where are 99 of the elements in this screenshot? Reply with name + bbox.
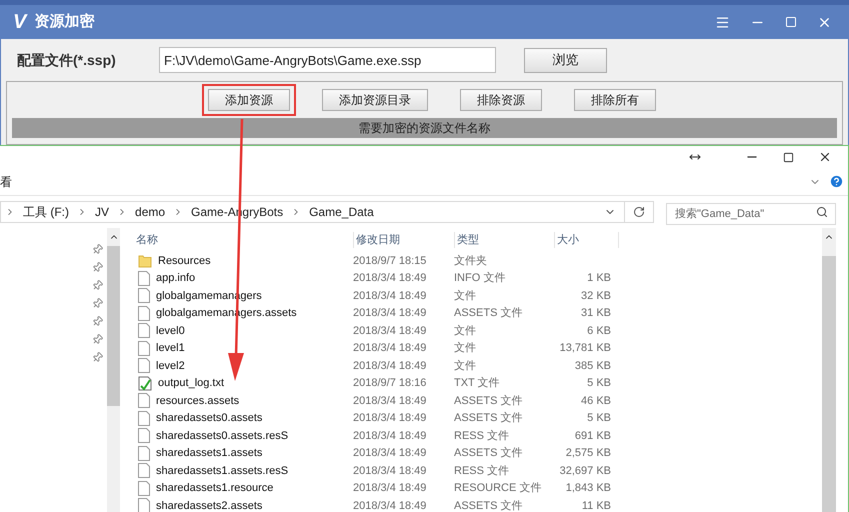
type-cell-text: RESOURCE 文件 — [454, 480, 542, 496]
date-cell-text: 2018/3/4 18:49 — [353, 411, 428, 426]
file-name[interactable]: resources.assets — [156, 392, 240, 409]
file-name[interactable]: sharedassets2.assets — [156, 498, 262, 512]
type-cell-text: 文件 — [454, 358, 477, 374]
size-cell-text: 1 KB — [586, 271, 611, 286]
file-name[interactable]: output_log.txt — [158, 375, 224, 392]
type-cell-text: 文件夹 — [454, 254, 488, 268]
file-name[interactable]: level1 — [156, 340, 185, 356]
file-icon — [138, 428, 150, 444]
file-name[interactable]: sharedassets1.assets.resS — [156, 462, 288, 479]
type-cell-text: INFO 文件 — [454, 270, 506, 286]
date-cell-text: 2018/3/4 18:49 — [353, 428, 428, 444]
file-icon — [138, 340, 150, 356]
breadcrumb-item[interactable]: JV — [95, 203, 110, 221]
type-cell-text: ASSETS 文件 — [454, 410, 524, 426]
type-cell-text: 文件 — [454, 288, 477, 304]
maximize-icon[interactable] — [783, 152, 794, 162]
folder-icon — [138, 254, 152, 268]
help-icon[interactable] — [829, 174, 844, 189]
type-cell-text: ASSETS 文件 — [454, 306, 524, 321]
file-name[interactable]: sharedassets0.assets.resS — [156, 428, 288, 444]
date-cell-text: 2018/9/7 18:16 — [353, 376, 428, 391]
scrollbar[interactable] — [107, 228, 120, 512]
search-icon — [816, 206, 828, 218]
date-cell-text: 2018/3/4 18:49 — [353, 324, 428, 338]
column-header[interactable]: 修改日期 — [353, 232, 454, 248]
file-icon — [138, 480, 150, 496]
menu-icon[interactable] — [715, 14, 730, 30]
app-logo: V — [13, 10, 26, 35]
file-icon — [138, 270, 150, 286]
size-cell-text: 2,575 KB — [564, 446, 611, 461]
type-cell-text: ASSETS 文件 — [454, 394, 524, 408]
file-name[interactable]: level2 — [156, 358, 185, 374]
size-cell-text: 32,697 KB — [558, 464, 611, 478]
size-cell-text: 5 KB — [586, 411, 611, 426]
file-name[interactable]: sharedassets0.assets — [156, 410, 262, 426]
date-cell-text: 2018/3/4 18:49 — [353, 358, 428, 374]
type-cell-text: 文件 — [454, 324, 477, 338]
file-icon — [138, 393, 150, 408]
list-header: 需要加密的资源文件名称 — [12, 118, 837, 138]
size-cell-text: 1,843 KB — [564, 481, 611, 496]
close-icon[interactable] — [818, 150, 832, 164]
file-name[interactable]: level0 — [156, 322, 185, 339]
date-cell-text: 2018/9/7 18:15 — [353, 254, 428, 268]
type-cell-text: RESS 文件 — [454, 464, 510, 478]
date-cell-text: 2018/3/4 18:49 — [353, 341, 428, 356]
file-icon — [138, 323, 150, 338]
date-cell-text: 2018/3/4 18:49 — [353, 288, 428, 304]
type-cell-text: ASSETS 文件 — [454, 446, 524, 461]
size-cell-text: 5 KB — [586, 376, 611, 391]
file-icon — [138, 288, 150, 304]
column-header[interactable]: 大小 — [554, 232, 619, 248]
file-name[interactable]: sharedassets1.assets — [156, 445, 262, 462]
breadcrumb-item[interactable]: Game_Data — [309, 203, 374, 221]
file-icon — [138, 463, 150, 478]
file-name[interactable]: app.info — [156, 270, 196, 286]
search-field[interactable]: 搜索"Game_Data" — [666, 203, 836, 225]
column-header[interactable]: 类型 — [454, 232, 554, 248]
date-cell-text: 2018/3/4 18:49 — [353, 498, 428, 512]
size-cell-text: 31 KB — [580, 306, 611, 321]
size-cell-text: 32 KB — [580, 288, 611, 304]
date-cell-text: 2018/3/4 18:49 — [353, 306, 428, 321]
date-cell-text: 2018/3/4 18:49 — [353, 481, 428, 496]
date-cell-text: 2018/3/4 18:49 — [353, 464, 428, 478]
date-cell-text: 2018/3/4 18:49 — [353, 446, 428, 461]
file-icon — [138, 358, 150, 374]
size-cell-text: 11 KB — [580, 498, 611, 512]
config-path-field[interactable]: F:\JV\demo\Game-AngryBots\Game.exe.ssp — [159, 47, 496, 73]
toolbar-button[interactable]: 添加资源目录 — [322, 89, 428, 111]
size-cell-text: 6 KB — [586, 324, 611, 338]
type-cell-text: RESS 文件 — [454, 428, 510, 444]
size-cell-text: 46 KB — [580, 394, 611, 408]
breadcrumb-item[interactable]: demo — [135, 203, 166, 221]
scroll-thumb[interactable] — [107, 246, 120, 406]
refresh-icon[interactable] — [633, 206, 645, 218]
window-title: 资源加密 — [34, 12, 94, 32]
config-label: 配置文件(*.ssp) — [17, 50, 117, 70]
file-icon — [138, 446, 150, 461]
file-name[interactable]: sharedassets1.resource — [156, 480, 274, 496]
size-cell-text: 691 KB — [574, 428, 611, 444]
file-icon — [138, 306, 150, 321]
type-cell-text: TXT 文件 — [454, 376, 501, 391]
size-cell-text: 13,781 KB — [558, 341, 611, 356]
browse-button[interactable]: 浏览 — [524, 48, 607, 72]
ribbon-tab[interactable]: 看 — [0, 172, 12, 190]
toolbar-button[interactable]: 添加资源 — [208, 89, 290, 111]
date-cell-text: 2018/3/4 18:49 — [353, 271, 428, 286]
toolbar-button[interactable]: 排除资源 — [460, 89, 542, 111]
file-icon — [138, 410, 150, 426]
type-cell-text: ASSETS 文件 — [454, 498, 524, 512]
type-cell-text: 文件 — [454, 340, 477, 356]
text-file-icon — [138, 376, 152, 391]
column-header[interactable]: 名称 — [134, 232, 353, 248]
toolbar-button[interactable]: 排除所有 — [574, 89, 656, 111]
file-name[interactable]: Resources — [158, 252, 211, 269]
date-cell-text: 2018/3/4 18:49 — [353, 394, 428, 408]
breadcrumb-item[interactable]: 工具 (F:) — [23, 203, 69, 221]
size-cell-text: 385 KB — [574, 358, 611, 374]
